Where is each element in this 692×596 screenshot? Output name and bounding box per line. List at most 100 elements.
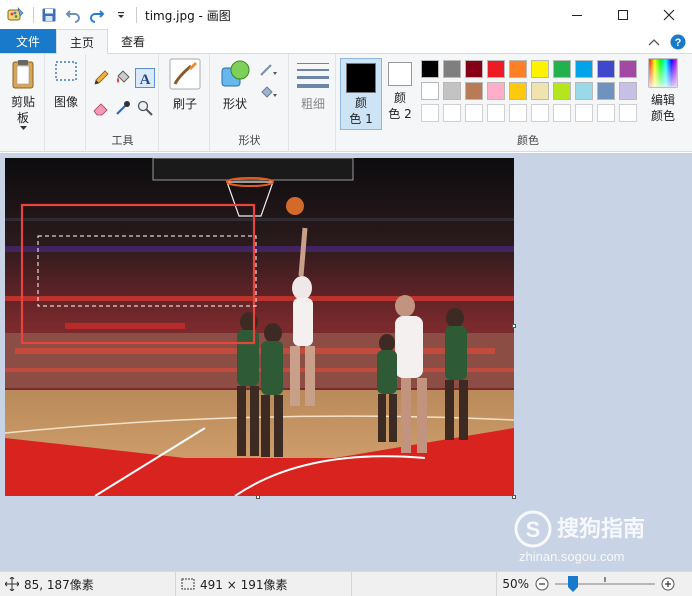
palette-swatch[interactable] xyxy=(597,82,615,100)
redo-icon[interactable] xyxy=(88,6,106,24)
palette-swatch[interactable] xyxy=(575,60,593,78)
outline-icon[interactable] xyxy=(259,60,279,80)
clipboard-group: 剪贴板 xyxy=(0,54,45,152)
eraser-icon[interactable] xyxy=(91,98,111,118)
svg-text:A: A xyxy=(140,72,151,86)
size-button[interactable]: 粗细 xyxy=(294,60,332,112)
paint-app-icon[interactable] xyxy=(7,6,25,24)
help-icon[interactable]: ? xyxy=(670,34,686,50)
custom-color-slot[interactable] xyxy=(443,104,461,122)
zoom-in-icon[interactable] xyxy=(661,577,675,591)
customize-quick-access-icon[interactable] xyxy=(112,6,130,24)
custom-color-slot[interactable] xyxy=(619,104,637,122)
edit-colors-line2: 颜色 xyxy=(650,109,675,123)
custom-color-slot[interactable] xyxy=(509,104,527,122)
color-picker-icon[interactable] xyxy=(113,98,133,118)
palette-swatch[interactable] xyxy=(421,82,439,100)
close-button[interactable] xyxy=(646,0,692,30)
selection-size-icon xyxy=(181,578,195,590)
tools-group: A 工具 xyxy=(87,54,159,152)
image-button[interactable]: 图像 xyxy=(48,58,84,110)
custom-color-slot[interactable] xyxy=(553,104,571,122)
resize-handle-bottom[interactable] xyxy=(256,495,260,499)
watermark-url: zhinan.sogou.com xyxy=(519,549,625,564)
custom-color-slot[interactable] xyxy=(421,104,439,122)
undo-icon[interactable] xyxy=(64,6,82,24)
palette-swatch[interactable] xyxy=(487,82,505,100)
custom-color-slot[interactable] xyxy=(465,104,483,122)
palette-swatch[interactable] xyxy=(575,82,593,100)
palette-swatch[interactable] xyxy=(443,60,461,78)
collapse-ribbon-icon[interactable] xyxy=(648,37,660,47)
text-tool-icon[interactable]: A xyxy=(135,68,155,88)
shapes-label: 形状 xyxy=(222,97,247,111)
magnifier-icon[interactable] xyxy=(135,98,155,118)
image-canvas[interactable] xyxy=(5,158,514,496)
window-title: timg.jpg - 画图 xyxy=(145,8,231,23)
palette-swatch[interactable] xyxy=(553,82,571,100)
zoom-slider[interactable] xyxy=(555,576,655,592)
cursor-position-icon xyxy=(5,577,19,591)
canvas-workspace[interactable]: S 搜狗指南 zhinan.sogou.com xyxy=(0,153,692,571)
shapes-group-label: 形状 xyxy=(238,134,261,147)
zoom-controls: 50% xyxy=(501,576,675,592)
brush-label: 刷子 xyxy=(172,97,197,111)
shapes-button[interactable]: 形状 xyxy=(215,58,255,112)
color2-swatch xyxy=(388,62,412,86)
custom-color-slot[interactable] xyxy=(575,104,593,122)
pencil-icon[interactable] xyxy=(91,68,111,88)
cursor-position: 85, 187像素 xyxy=(24,577,94,592)
clipboard-icon xyxy=(12,60,34,89)
palette-swatch[interactable] xyxy=(443,82,461,100)
zoom-slider-thumb[interactable] xyxy=(568,576,578,592)
save-icon[interactable] xyxy=(40,6,58,24)
sogou-logo-icon: S xyxy=(514,510,552,548)
palette-swatch[interactable] xyxy=(465,60,483,78)
color2-button[interactable]: 颜 色 2 xyxy=(383,62,417,130)
maximize-button[interactable] xyxy=(600,0,646,30)
palette-swatch[interactable] xyxy=(531,82,549,100)
minimize-icon xyxy=(572,15,582,16)
edit-colors-icon xyxy=(648,58,678,88)
palette-swatch[interactable] xyxy=(619,82,637,100)
zoom-level: 50% xyxy=(502,577,529,591)
color1-button[interactable]: 颜 色 1 xyxy=(340,58,382,130)
palette-swatch[interactable] xyxy=(421,60,439,78)
palette-swatch[interactable] xyxy=(509,82,527,100)
palette-swatch[interactable] xyxy=(531,60,549,78)
palette-swatch[interactable] xyxy=(487,60,505,78)
fill-bucket-icon[interactable] xyxy=(113,68,133,88)
maximize-icon xyxy=(618,10,628,20)
clipboard-button[interactable]: 剪贴板 xyxy=(4,58,42,131)
title-bar: timg.jpg - 画图 xyxy=(0,0,692,30)
tab-view[interactable]: 查看 xyxy=(108,29,158,53)
palette-swatch[interactable] xyxy=(465,82,483,100)
fill-icon[interactable] xyxy=(259,82,279,102)
resize-handle-corner[interactable] xyxy=(512,495,516,499)
title-divider xyxy=(136,7,137,23)
status-bar: 85, 187像素 491 × 191像素 50% xyxy=(0,571,692,596)
edit-colors-button[interactable]: 编辑 颜色 xyxy=(638,58,688,124)
custom-color-slot[interactable] xyxy=(487,104,505,122)
palette-swatch[interactable] xyxy=(597,60,615,78)
tab-home[interactable]: 主页 xyxy=(56,29,109,54)
custom-color-slot[interactable] xyxy=(597,104,615,122)
tools-group-label: 工具 xyxy=(111,134,134,147)
edit-colors-line1: 编辑 xyxy=(650,93,675,107)
tab-file[interactable]: 文件 xyxy=(0,29,56,53)
ribbon: 剪贴板 图像 A 工具 刷子 形状 形状 粗细 颜 色 1 颜 色 2 颜色 编… xyxy=(0,54,692,152)
resize-handle-right[interactable] xyxy=(512,324,516,328)
color1-label-line2: 色 1 xyxy=(349,112,373,126)
custom-color-slot[interactable] xyxy=(531,104,549,122)
zoom-out-icon[interactable] xyxy=(535,577,549,591)
watermark-brand: 搜狗指南 xyxy=(557,517,646,542)
brush-button[interactable]: 刷子 xyxy=(166,58,204,112)
clipboard-dropdown-icon xyxy=(19,126,27,130)
palette-swatch[interactable] xyxy=(553,60,571,78)
color-palette: 颜色 xyxy=(419,54,637,152)
palette-swatch[interactable] xyxy=(509,60,527,78)
zoom-slider-center-tick xyxy=(604,577,606,582)
minimize-button[interactable] xyxy=(554,0,600,30)
palette-swatch[interactable] xyxy=(619,60,637,78)
color2-label-line1: 颜 xyxy=(393,91,406,105)
